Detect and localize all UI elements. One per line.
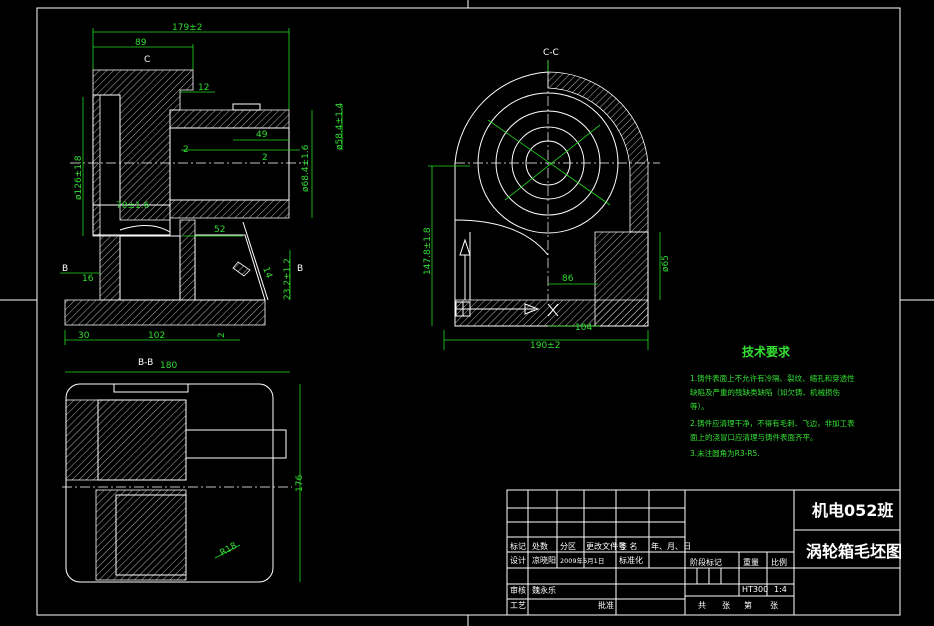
tb-scale-label: 比例: [771, 557, 787, 567]
dim-bb-radius-18: R18: [219, 541, 240, 559]
section-cc-view[interactable]: C-C 147.8±1.8 ø65 86 104 190±2: [423, 48, 671, 351]
tech-requirements-title: 技术要求: [742, 344, 791, 359]
dim-wall-2b: 2: [262, 153, 268, 163]
tb-label-signature: 签 名: [619, 541, 638, 551]
tb-sheets-total: 共: [698, 601, 706, 610]
dim-base-2: 2: [217, 332, 227, 338]
dim-cc-104: 104: [575, 323, 592, 333]
tb-label-zone: 分区: [560, 542, 576, 551]
tb-approve-label: 批准: [598, 600, 614, 610]
section-cc-title: C-C: [543, 48, 559, 58]
dim-rib-14: 14: [260, 266, 273, 280]
tb-class-name: 机电052班: [812, 501, 893, 520]
dim-dia-126: ø126±1.8: [74, 155, 84, 200]
dim-bb-width-180: 180: [160, 361, 177, 371]
dim-rib-52: 52: [214, 225, 225, 235]
front-view[interactable]: 179±2 89 C 12 70±1.6 2 2 49 ø126±1.8 ø68…: [60, 23, 345, 345]
dim-base-16: 16: [82, 274, 94, 284]
tech-req-line-6: 3.未注圆角为R3-R5.: [690, 448, 760, 458]
tb-sheet-unit: 张: [770, 601, 778, 610]
tb-stage-label: 阶段标记: [690, 557, 722, 567]
tb-sheets-label: 张: [722, 601, 730, 610]
dim-cc-width-190: 190±2: [530, 341, 560, 351]
tb-designer: 凉晓阳: [532, 555, 556, 565]
dim-upper-width: 89: [135, 38, 147, 48]
dim-wall-12: 12: [198, 83, 209, 93]
dim-dia-68: ø68.4±1.6: [301, 144, 311, 192]
section-marker-b-left: B: [62, 264, 68, 274]
dim-overall-width: 179±2: [172, 23, 202, 33]
tech-req-line-2: 缺陷及严重的残缺类缺陷（如欠铸、机械损伤: [690, 387, 840, 397]
dim-dia-58: ø58.4±1.4: [335, 102, 345, 150]
tb-weight-label: 重量: [743, 557, 759, 567]
dim-bb-height-176: 176: [295, 475, 305, 492]
tb-label-mark: 标记: [510, 541, 526, 551]
section-bb-title: B-B: [138, 358, 153, 368]
tb-drawing-name: 涡轮箱毛坯图: [806, 542, 902, 561]
dim-cc-dia-65: ø65: [661, 255, 671, 272]
tech-req-line-3: 等）。: [690, 401, 709, 411]
cad-drawing-canvas[interactable]: 179±2 89 C 12 70±1.6 2 2 49 ø126±1.8 ø68…: [0, 0, 934, 626]
section-bb-view[interactable]: B-B 180 176 R18: [62, 358, 305, 583]
tb-label-count: 处数: [532, 541, 548, 551]
section-marker-b-right: B: [297, 264, 303, 274]
tech-req-line-5: 面上的浇冒口应清理与铸件表面齐平。: [690, 432, 818, 442]
dim-cc-height-147: 147.8±1.8: [423, 227, 433, 275]
tb-scale: 1:4: [774, 585, 787, 594]
tb-review-label: 审核: [510, 585, 526, 595]
tb-standardize: 标准化: [619, 555, 643, 565]
dim-cc-86: 86: [562, 274, 574, 284]
dim-wall-2a: 2: [183, 145, 189, 155]
dim-bore-length: 49: [256, 130, 268, 140]
tb-reviewer: 魏永乐: [532, 585, 556, 595]
tech-req-line-4: 2.铸件应清理干净，不得有毛刺、飞边，非加工表: [690, 418, 855, 428]
tb-sheet-no: 第: [744, 600, 752, 610]
tb-material: HT300: [742, 585, 768, 594]
tech-req-line-1: 1.铸件表面上不允许有冷隔、裂纹、缩孔和穿透性: [690, 373, 855, 383]
dim-base-30: 30: [78, 331, 90, 341]
tb-design-date: 2009年6月1日: [560, 556, 604, 565]
dim-base-23: 23.2±1.2: [283, 258, 293, 300]
tech-requirements: 技术要求 1.铸件表面上不允许有冷隔、裂纹、缩孔和穿透性 缺陷及严重的残缺类缺陷…: [690, 344, 855, 458]
title-block[interactable]: 标记 处数 分区 更改文件号 签 名 年、月、日 设计 凉晓阳 2009年6月1…: [506, 489, 902, 616]
tb-design-label: 设计: [510, 555, 526, 565]
section-marker-c: C: [144, 55, 150, 65]
dim-base-102: 102: [148, 331, 165, 341]
tb-label-date: 年、月、日: [651, 541, 691, 551]
dim-height-70: 70±1.6: [116, 201, 150, 211]
tb-process-label: 工艺: [510, 601, 526, 610]
